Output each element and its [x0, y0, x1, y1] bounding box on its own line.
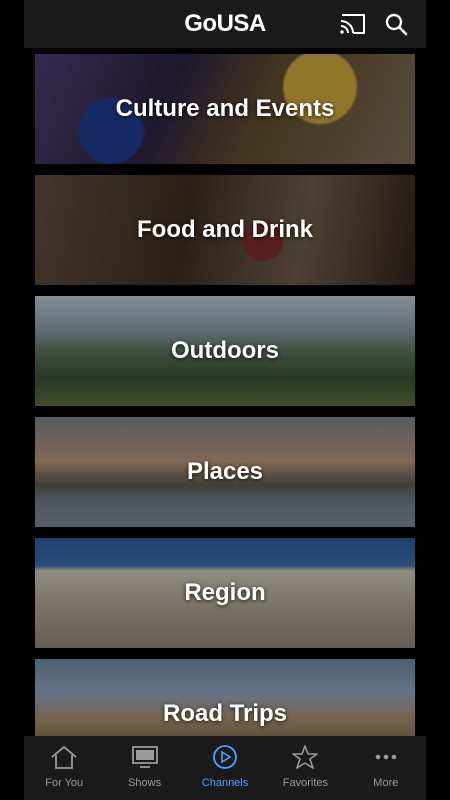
- bottom-tab-bar: For You Shows Channels Favorites More: [24, 736, 426, 800]
- tab-label: Favorites: [282, 777, 329, 789]
- channel-tile-culture-and-events[interactable]: Culture and Events: [35, 54, 415, 164]
- channel-label: Places: [186, 458, 264, 485]
- tab-label: For You: [45, 777, 84, 789]
- star-icon: [292, 745, 319, 769]
- tab-shows[interactable]: Shows: [104, 736, 184, 800]
- channel-tile-region[interactable]: Region: [35, 538, 415, 648]
- tab-label: More: [373, 777, 399, 789]
- tab-favorites[interactable]: Favorites: [265, 736, 345, 800]
- tab-channels[interactable]: Channels: [185, 736, 265, 800]
- logo-text-g: G: [184, 10, 203, 37]
- tab-label: Shows: [128, 777, 162, 789]
- channel-list: Culture and Events Food and Drink Outdoo…: [0, 48, 450, 769]
- dots-icon: [375, 754, 397, 760]
- channel-tile-places[interactable]: Places: [35, 417, 415, 527]
- house-icon: [51, 745, 77, 769]
- play-circle-icon: [213, 745, 237, 769]
- tab-more[interactable]: More: [346, 736, 426, 800]
- logo-text-usa: USA: [216, 10, 267, 37]
- cast-icon[interactable]: [339, 13, 367, 35]
- tab-label: Channels: [201, 777, 249, 789]
- top-app-bar: GoUSA: [24, 0, 426, 48]
- search-icon[interactable]: [384, 12, 408, 36]
- tv-icon: [131, 746, 158, 768]
- channel-label: Region: [184, 579, 266, 606]
- logo-text-o: o: [202, 10, 217, 37]
- channel-tile-food-and-drink[interactable]: Food and Drink: [35, 175, 415, 285]
- tab-for-you[interactable]: For You: [24, 736, 104, 800]
- channel-label: Road Trips: [162, 700, 288, 727]
- channel-label: Culture and Events: [115, 95, 335, 122]
- channel-tile-outdoors[interactable]: Outdoors: [35, 296, 415, 406]
- channel-label: Food and Drink: [137, 216, 313, 243]
- channel-label: Outdoors: [171, 337, 279, 364]
